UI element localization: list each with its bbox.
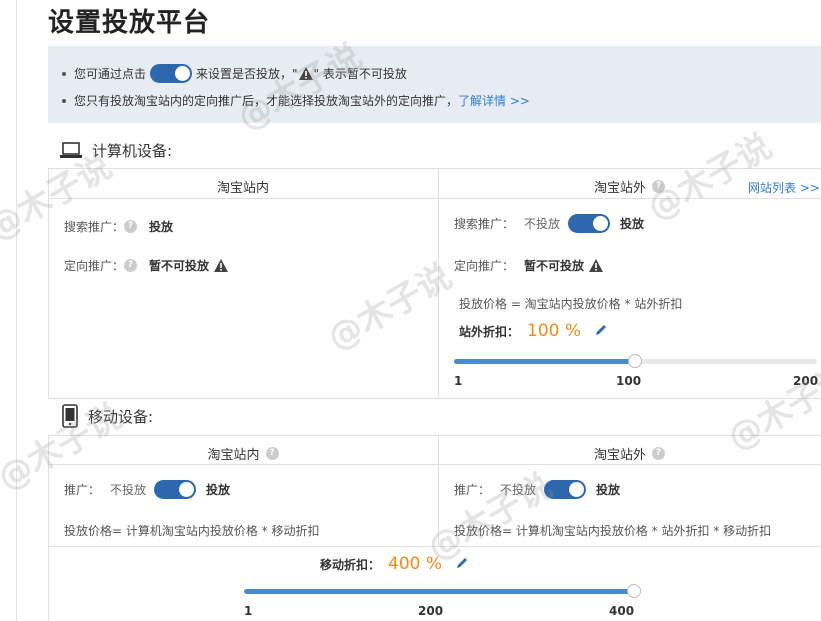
mobile-outside-header: 淘宝站外 ? <box>438 444 821 463</box>
divider <box>48 168 821 169</box>
pc-section-title: 计算机设备: <box>60 140 172 161</box>
header-text: 淘宝站内 <box>207 448 260 463</box>
pc-inside-header: 淘宝站内 <box>48 177 438 196</box>
divider <box>48 198 821 199</box>
left-border <box>16 0 17 621</box>
help-icon[interactable]: ? <box>124 259 138 272</box>
slider-mid-label: 200 <box>418 604 444 618</box>
help-icon[interactable]: ? <box>265 447 279 460</box>
mobile-inside-header: 淘宝站内 ? <box>48 444 438 463</box>
slider-max-label: 400 <box>609 604 635 618</box>
divider <box>48 398 821 399</box>
pc-outside-target-row: 定向推广： 暂不可投放 <box>454 257 604 274</box>
watermark: @木子说 <box>640 126 779 229</box>
pc-title-text: 计算机设备: <box>92 142 173 160</box>
notice-line-2: 您只有投放淘宝站内的定向推广后，才能选择投放淘宝站外的定向推广， 了解详情 >> <box>62 92 530 109</box>
bullet-icon <box>62 71 66 76</box>
discount-value: 400 % <box>388 554 443 574</box>
slider-handle[interactable] <box>628 354 642 368</box>
search-label: 搜索推广： <box>64 220 125 234</box>
pc-inside-target-row: 定向推广： ? 暂不可投放 <box>64 257 229 274</box>
divider <box>48 546 821 547</box>
toggle-example-icon <box>150 64 193 83</box>
help-icon[interactable]: ? <box>652 447 665 460</box>
header-text: 淘宝站外 <box>593 181 646 196</box>
mobile-section-title: 移动设备: <box>62 404 153 428</box>
mobile-title-text: 移动设备: <box>88 407 154 426</box>
pc-outside-discount-row: 站外折扣： 100 % <box>459 321 608 341</box>
divider <box>438 168 439 398</box>
promo-label: 推广： <box>454 483 491 497</box>
divider <box>48 464 821 465</box>
off-label: 不投放 <box>524 217 561 231</box>
mobile-outside-row: 推广： 不投放 投放 <box>454 480 620 499</box>
pc-inside-search-row: 搜索推广： ? 投放 <box>64 218 173 235</box>
notice-box: 您可通过点击 来设置是否投放，" " 表示暂不可投放 您只有投放淘宝站内的定向推… <box>48 46 821 123</box>
edit-pencil-icon[interactable] <box>595 323 608 339</box>
slider-handle[interactable] <box>627 584 641 598</box>
site-list-link-text[interactable]: 网站列表 >> <box>748 179 820 196</box>
off-label: 不投放 <box>500 483 537 497</box>
on-label: 投放 <box>596 483 621 497</box>
formula-text: 投放价格 = 淘宝站内投放价格 * 站外折扣 <box>459 297 683 311</box>
mobile-outside-formula: 投放价格= 计算机淘宝站内投放价格 * 站外折扣 * 移动折扣 <box>454 522 771 539</box>
target-label: 定向推广： <box>454 259 515 273</box>
off-label: 不投放 <box>110 483 147 497</box>
formula-text: 投放价格= 计算机淘宝站内投放价格 * 站外折扣 * 移动折扣 <box>454 524 772 538</box>
mobile-discount-slider[interactable] <box>244 584 641 598</box>
bullet-icon <box>62 98 66 103</box>
notice-text: " 表示暂不可投放 <box>313 67 407 81</box>
target-value: 暂不可投放 <box>149 259 210 273</box>
pc-outside-search-toggle[interactable] <box>568 214 611 233</box>
notice-text: 来设置是否投放，" <box>196 67 298 81</box>
notice-line-1: 您可通过点击 来设置是否投放，" " 表示暂不可投放 <box>62 64 407 83</box>
on-label: 投放 <box>206 483 231 497</box>
pc-outside-search-row: 搜索推广： 不投放 投放 <box>454 214 644 233</box>
header-text: 淘宝站内 <box>216 181 269 196</box>
notice-text: 您只有投放淘宝站内的定向推广后，才能选择投放淘宝站外的定向推广， <box>74 94 459 108</box>
discount-label: 站外折扣： <box>459 324 520 339</box>
formula-text: 投放价格= 计算机淘宝站内投放价格 * 移动折扣 <box>64 524 320 538</box>
site-list-link[interactable]: 网站列表 >> <box>748 179 820 196</box>
pc-outside-discount-slider[interactable] <box>454 354 817 368</box>
mobile-inside-row: 推广： 不投放 投放 <box>64 480 230 499</box>
discount-value: 100 % <box>527 321 582 341</box>
help-icon[interactable]: ? <box>652 180 665 193</box>
discount-label: 移动折扣： <box>320 557 381 572</box>
slider-fill <box>454 359 635 364</box>
slider-min-label: 1 <box>454 374 463 388</box>
edit-pencil-icon[interactable] <box>456 556 469 572</box>
help-icon[interactable]: ? <box>124 220 138 233</box>
target-value: 暂不可投放 <box>524 259 585 273</box>
on-label: 投放 <box>620 217 645 231</box>
notice-text: 您可通过点击 <box>74 67 147 81</box>
mobile-inside-formula: 投放价格= 计算机淘宝站内投放价格 * 移动折扣 <box>64 522 320 539</box>
warning-icon <box>588 258 604 273</box>
warning-icon <box>213 258 229 273</box>
mobile-outside-toggle[interactable] <box>544 480 587 499</box>
pc-outside-formula: 投放价格 = 淘宝站内投放价格 * 站外折扣 <box>459 295 682 312</box>
slider-fill <box>244 589 634 594</box>
mobile-phone-icon <box>62 404 78 428</box>
mobile-inside-toggle[interactable] <box>154 480 197 499</box>
divider <box>48 435 821 436</box>
promo-label: 推广： <box>64 483 101 497</box>
mobile-discount-row: 移动折扣： 400 % <box>320 554 469 574</box>
target-label: 定向推广： <box>64 259 125 273</box>
slider-mid-label: 100 <box>616 374 642 388</box>
header-text: 淘宝站外 <box>593 448 646 463</box>
search-label: 搜索推广： <box>454 217 515 231</box>
divider <box>48 168 49 398</box>
slider-min-label: 1 <box>244 604 253 618</box>
warning-icon <box>298 66 314 81</box>
learn-more-link[interactable]: 了解详情 >> <box>458 92 530 109</box>
page-title: 设置投放平台 <box>48 8 211 38</box>
slider-max-label: 200 <box>793 374 819 388</box>
laptop-icon <box>60 141 82 158</box>
search-value: 投放 <box>149 220 174 234</box>
